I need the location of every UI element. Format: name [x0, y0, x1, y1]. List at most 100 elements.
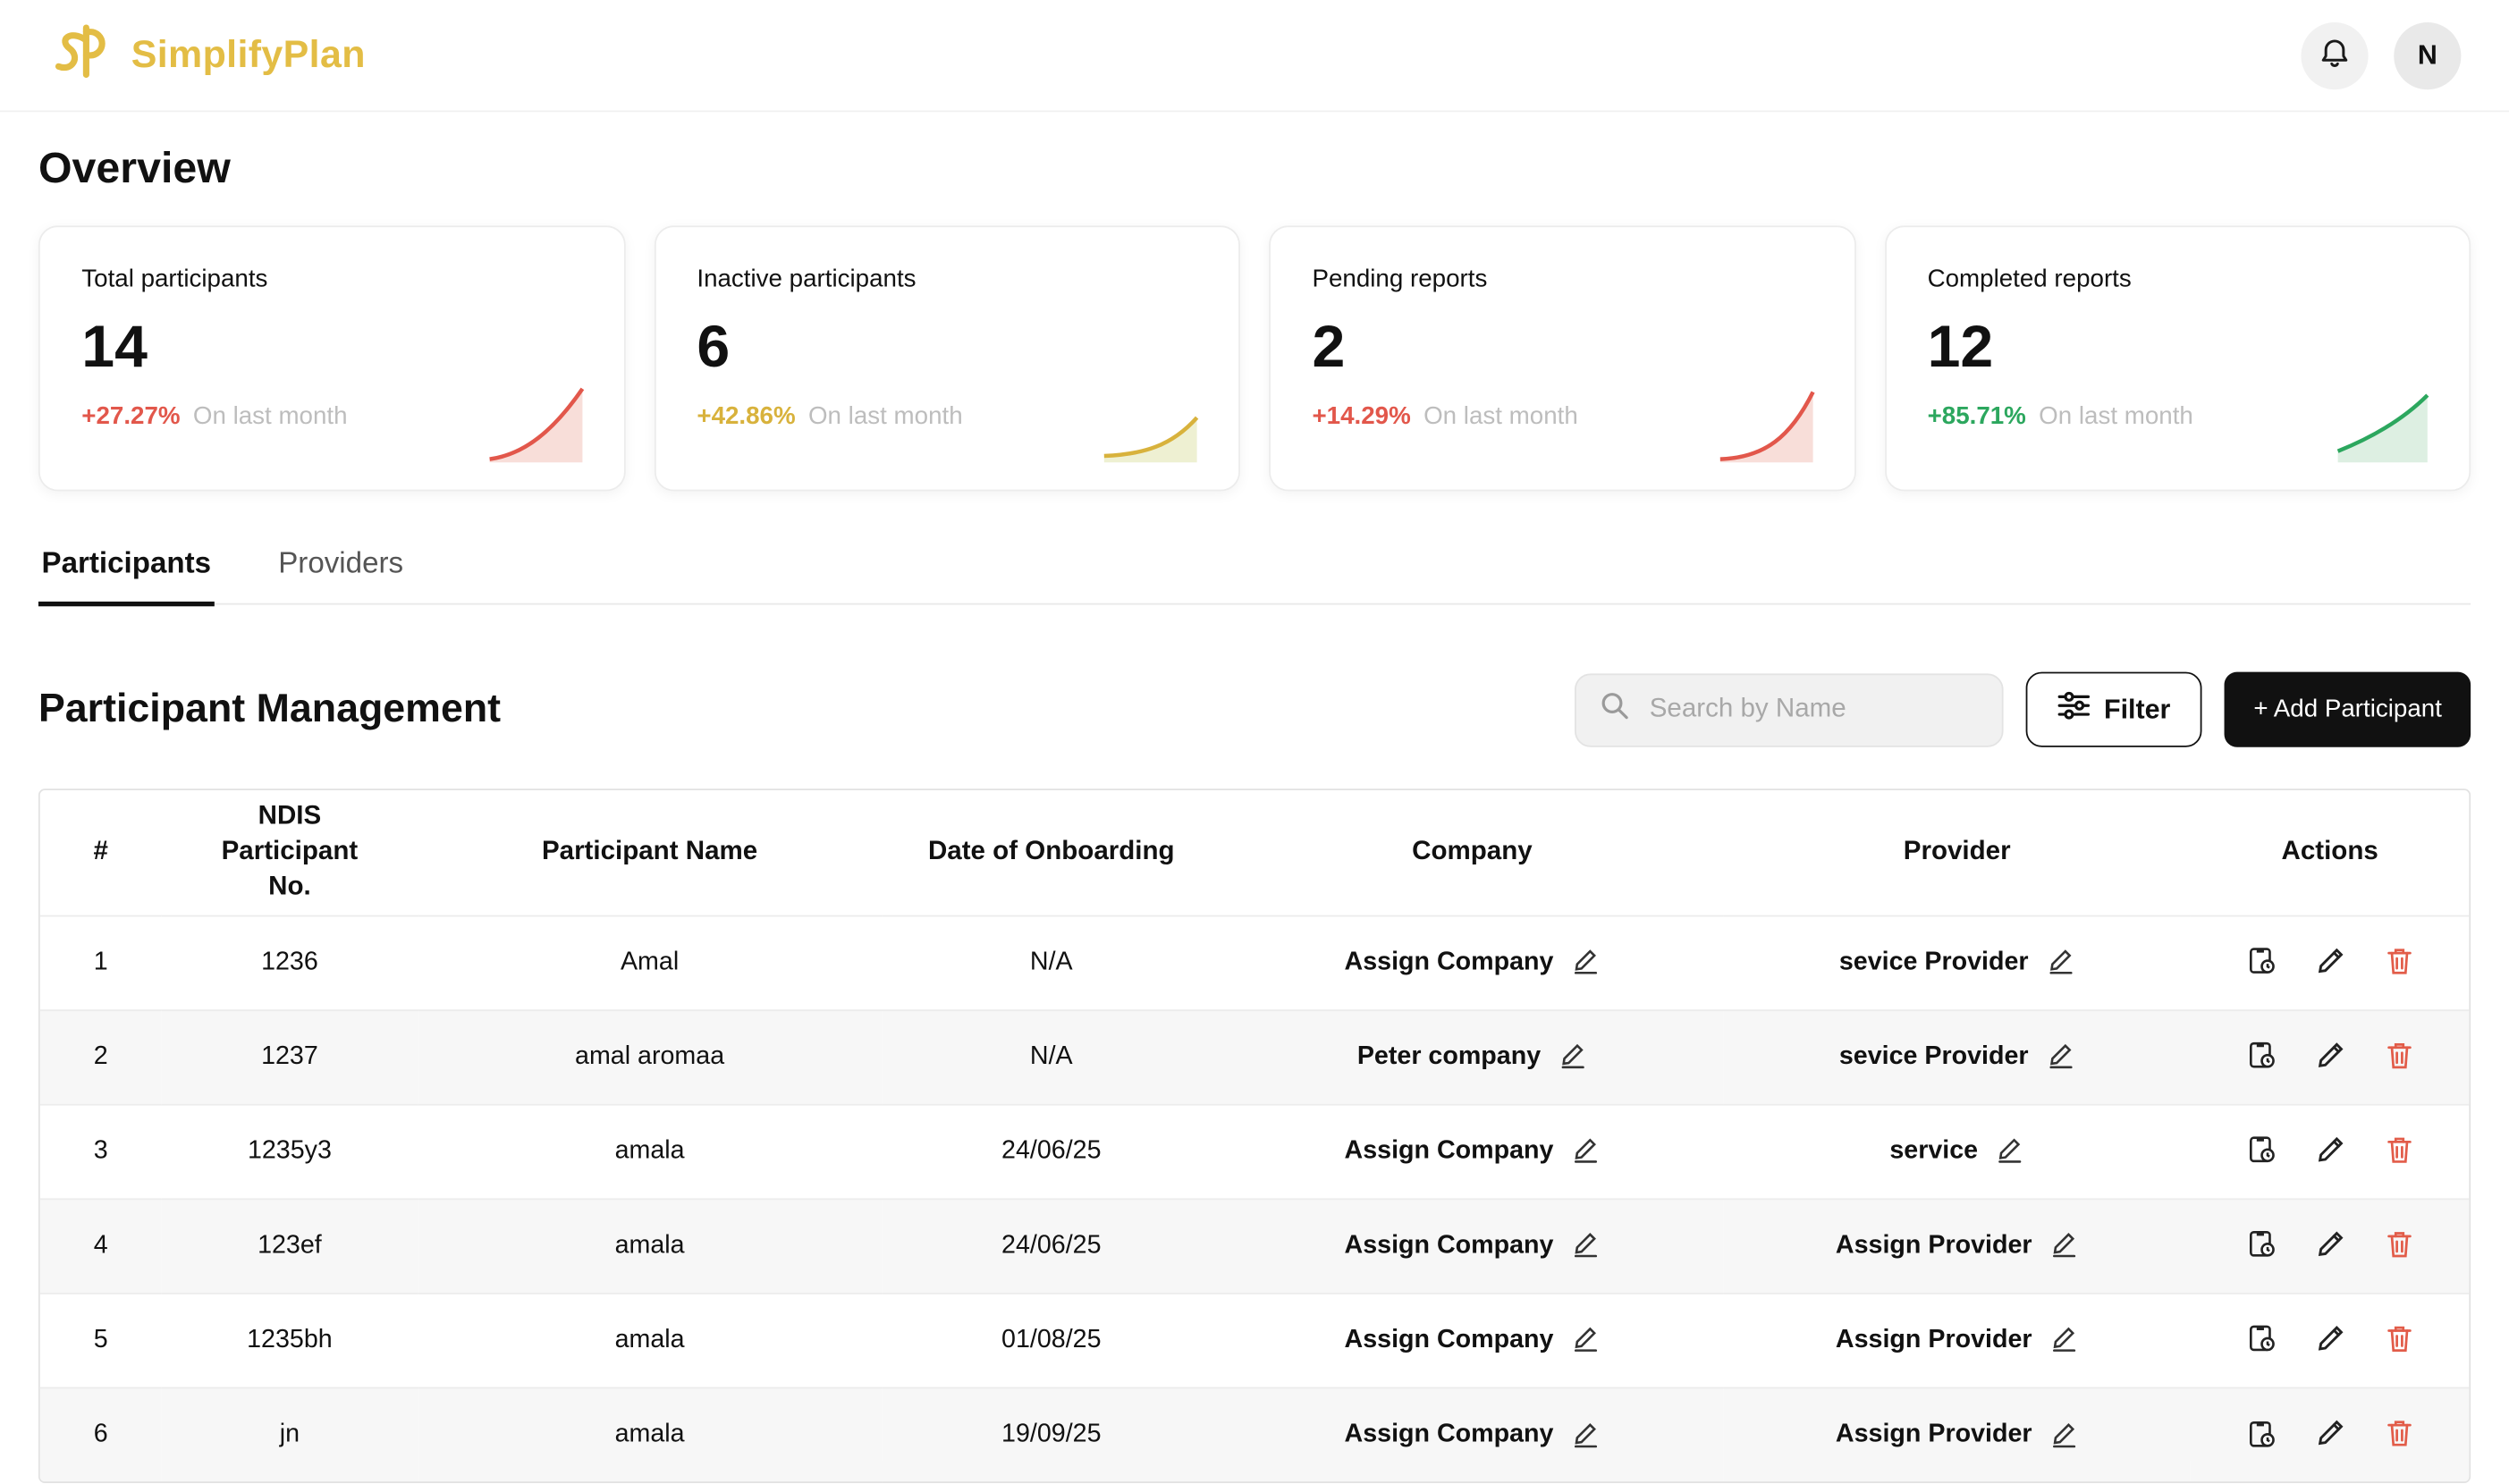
table-row: 5 1235bh amala 01/08/25 Assign Company A…: [40, 1294, 2470, 1388]
table-row: 6 jn amala 19/09/25 Assign Company Assig…: [40, 1387, 2470, 1482]
stat-label: Pending reports: [1312, 266, 1812, 294]
onboarding-date: N/A: [882, 915, 1221, 1010]
tab-participants[interactable]: Participants: [38, 545, 215, 606]
delete-row-button[interactable]: [2385, 1228, 2415, 1263]
company-value: Assign Company: [1345, 1326, 1554, 1354]
delete-row-button[interactable]: [2385, 1040, 2415, 1075]
edit-company-button[interactable]: [1571, 946, 1600, 980]
participants-table-container: # NDIS Participant No. Participant Name …: [38, 788, 2471, 1483]
edit-company-button[interactable]: [1571, 1324, 1600, 1358]
edit-pencil-icon: [2049, 1324, 2078, 1358]
trash-icon: [2385, 1134, 2415, 1168]
provider-value: service: [1889, 1137, 1978, 1166]
actions-cell: [2191, 1104, 2469, 1199]
edit-provider-button[interactable]: [2046, 946, 2074, 980]
edit-pencil-icon: [2049, 1419, 2078, 1453]
provider-cell: Assign Provider: [1723, 1294, 2191, 1388]
edit-pencil-icon: [1571, 1324, 1600, 1358]
participant-name: amala: [418, 1294, 882, 1388]
notifications-button[interactable]: [2301, 21, 2368, 89]
pencil-icon: [2316, 1134, 2346, 1168]
ndis-number: 1237: [162, 1010, 418, 1105]
section-header: Participant Management: [38, 672, 2471, 747]
edit-company-button[interactable]: [1571, 1419, 1600, 1453]
clipboard-clock-icon: [2244, 1039, 2277, 1075]
report-button[interactable]: [2244, 1039, 2277, 1075]
stat-caption: On last month: [1423, 403, 1578, 432]
edit-provider-button[interactable]: [2049, 1324, 2078, 1358]
clipboard-clock-icon: [2244, 1417, 2277, 1454]
ndis-number: 1236: [162, 915, 418, 1010]
company-cell: Assign Company: [1221, 1294, 1723, 1388]
table-row: 1 1236 Amal N/A Assign Company sevice Pr…: [40, 915, 2470, 1010]
pencil-icon: [2316, 1418, 2346, 1453]
stat-value: 12: [1928, 314, 2428, 381]
table-row: 4 123ef amala 24/06/25 Assign Company As…: [40, 1199, 2470, 1294]
participant-name: amala: [418, 1387, 882, 1482]
report-button[interactable]: [2244, 1322, 2277, 1359]
search-box: [1575, 673, 2004, 746]
edit-pencil-icon: [2046, 946, 2074, 980]
main-content: Overview Total participants 14 +27.27% O…: [0, 144, 2509, 1483]
ndis-number: jn: [162, 1387, 418, 1482]
edit-company-button[interactable]: [1571, 1134, 1600, 1168]
stat-label: Completed reports: [1928, 266, 2428, 294]
col-header-provider: Provider: [1723, 790, 2191, 915]
search-icon: [1598, 689, 1630, 729]
edit-row-button[interactable]: [2316, 945, 2346, 980]
company-value: Assign Company: [1345, 1232, 1554, 1261]
filter-button[interactable]: Filter: [2025, 672, 2202, 747]
provider-cell: Assign Provider: [1723, 1387, 2191, 1482]
stat-value: 2: [1312, 314, 1812, 381]
col-header-actions: Actions: [2191, 790, 2469, 915]
edit-provider-button[interactable]: [2049, 1229, 2078, 1263]
participant-name: amala: [418, 1199, 882, 1294]
table-header-row: # NDIS Participant No. Participant Name …: [40, 790, 2470, 915]
company-value: Assign Company: [1345, 1421, 1554, 1449]
delete-row-button[interactable]: [2385, 1418, 2415, 1453]
trend-sparkline: [1101, 377, 1204, 464]
edit-row-button[interactable]: [2316, 1418, 2346, 1453]
stat-delta: +85.71%: [1928, 403, 2026, 432]
stat-label: Inactive participants: [697, 266, 1196, 294]
stat-delta: +14.29%: [1312, 403, 1410, 432]
add-participant-button[interactable]: + Add Participant: [2225, 672, 2471, 747]
edit-pencil-icon: [1571, 1229, 1600, 1263]
edit-row-button[interactable]: [2316, 1040, 2346, 1075]
report-button[interactable]: [2244, 1134, 2277, 1170]
onboarding-date: N/A: [882, 1010, 1221, 1105]
search-input[interactable]: [1646, 693, 1979, 727]
tab-providers[interactable]: Providers: [275, 545, 407, 606]
report-button[interactable]: [2244, 1417, 2277, 1454]
company-cell: Assign Company: [1221, 1199, 1723, 1294]
report-button[interactable]: [2244, 1227, 2277, 1264]
edit-provider-button[interactable]: [1996, 1134, 2024, 1168]
edit-row-button[interactable]: [2316, 1228, 2346, 1263]
edit-pencil-icon: [1571, 946, 1600, 980]
edit-pencil-icon: [2049, 1229, 2078, 1263]
report-button[interactable]: [2244, 944, 2277, 981]
avatar[interactable]: N: [2394, 21, 2461, 89]
provider-cell: service: [1723, 1104, 2191, 1199]
filter-sliders-icon: [2057, 691, 2090, 728]
trash-icon: [2385, 1040, 2415, 1075]
row-number: 1: [40, 915, 162, 1010]
edit-company-button[interactable]: [1559, 1041, 1587, 1075]
stat-card-pending-reports: Pending reports 2 +14.29% On last month: [1269, 225, 1855, 491]
delete-row-button[interactable]: [2385, 945, 2415, 980]
delete-row-button[interactable]: [2385, 1134, 2415, 1168]
edit-row-button[interactable]: [2316, 1323, 2346, 1358]
participant-name: amal aromaa: [418, 1010, 882, 1105]
stat-card-total-participants: Total participants 14 +27.27% On last mo…: [38, 225, 625, 491]
delete-row-button[interactable]: [2385, 1323, 2415, 1358]
edit-company-button[interactable]: [1571, 1229, 1600, 1263]
stat-caption: On last month: [193, 403, 348, 432]
pencil-icon: [2316, 1228, 2346, 1263]
edit-pencil-icon: [2046, 1041, 2074, 1075]
edit-provider-button[interactable]: [2046, 1041, 2074, 1075]
provider-value: sevice Provider: [1839, 949, 2029, 977]
edit-provider-button[interactable]: [2049, 1419, 2078, 1453]
trend-sparkline: [2331, 377, 2434, 464]
edit-row-button[interactable]: [2316, 1134, 2346, 1168]
row-number: 5: [40, 1294, 162, 1388]
